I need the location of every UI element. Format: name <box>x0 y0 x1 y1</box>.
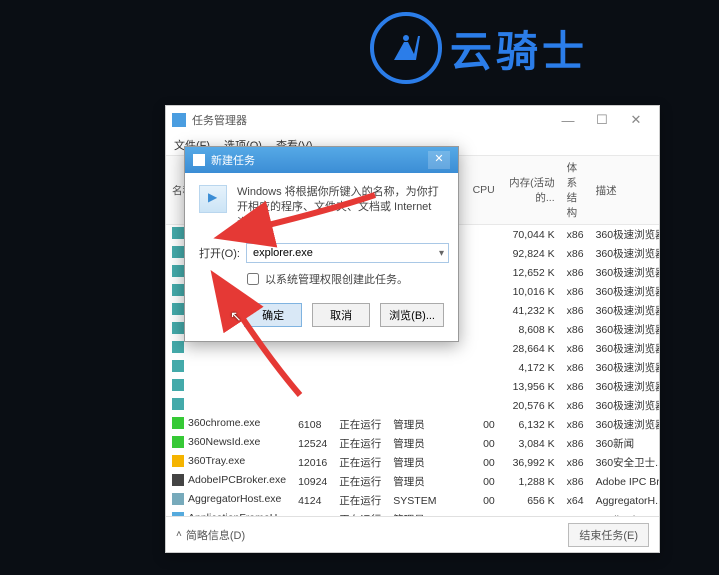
tm-title: 任务管理器 <box>192 112 247 128</box>
tm-app-icon <box>172 113 186 127</box>
chevron-up-icon[interactable]: ˄ <box>176 529 182 540</box>
table-row[interactable]: AdobeIPCBroker.exe10924正在运行管理员001,288 Kx… <box>166 472 659 491</box>
end-task-button[interactable]: 结束任务(E) <box>568 523 649 547</box>
table-row[interactable]: AggregatorHost.exe4124正在运行SYSTEM00656 Kx… <box>166 491 659 510</box>
admin-check-label: 以系统管理权限创建此任务。 <box>265 271 408 287</box>
dropdown-icon[interactable]: ▾ <box>439 248 444 259</box>
open-input[interactable] <box>246 243 449 263</box>
table-row[interactable]: 360NewsId.exe12524正在运行管理员003,084 Kx86360… <box>166 434 659 453</box>
table-row[interactable]: 20,576 Kx86360极速浏览器 <box>166 396 659 415</box>
ok-button[interactable]: 确定 <box>244 303 302 327</box>
run-app-icon <box>193 154 205 166</box>
open-label: 打开(O): <box>199 245 240 261</box>
minimize-button[interactable]: — <box>551 113 585 128</box>
rider-icon <box>370 12 442 84</box>
run-titlebar[interactable]: 新建任务 ✕ <box>185 147 458 173</box>
run-title: 新建任务 <box>211 152 255 168</box>
browse-button[interactable]: 浏览(B)... <box>380 303 444 327</box>
cancel-button[interactable]: 取消 <box>312 303 370 327</box>
brand-text: 云骑士 <box>450 18 588 79</box>
cursor-icon: ↖ <box>230 308 242 325</box>
fewer-details[interactable]: 简略信息(D) <box>186 527 245 543</box>
table-row[interactable]: 13,956 Kx86360极速浏览器 <box>166 377 659 396</box>
tm-footer: ˄ 简略信息(D) 结束任务(E) <box>166 516 659 552</box>
close-button[interactable]: ✕ <box>619 112 653 128</box>
run-description: Windows 将根据你所键入的名称，为你打开相应的程序、文件夹、文档或 Int… <box>237 185 444 231</box>
run-dialog: 新建任务 ✕ Windows 将根据你所键入的名称，为你打开相应的程序、文件夹、… <box>184 146 459 342</box>
table-row[interactable]: 4,172 Kx86360极速浏览器 <box>166 358 659 377</box>
brand-logo: 云骑士 <box>370 12 588 84</box>
table-row[interactable]: 360chrome.exe6108正在运行管理员006,132 Kx86360极… <box>166 415 659 434</box>
admin-checkbox[interactable] <box>247 273 259 285</box>
run-glyph-icon <box>199 185 227 213</box>
maximize-button[interactable]: ☐ <box>585 112 619 128</box>
run-close-button[interactable]: ✕ <box>428 151 450 169</box>
table-row[interactable]: 360Tray.exe12016正在运行管理员0036,992 Kx86360安… <box>166 453 659 472</box>
tm-titlebar[interactable]: 任务管理器 — ☐ ✕ <box>166 106 659 134</box>
table-row[interactable]: ApplicationFrameH...2212正在运行管理员0013,592 … <box>166 510 659 516</box>
